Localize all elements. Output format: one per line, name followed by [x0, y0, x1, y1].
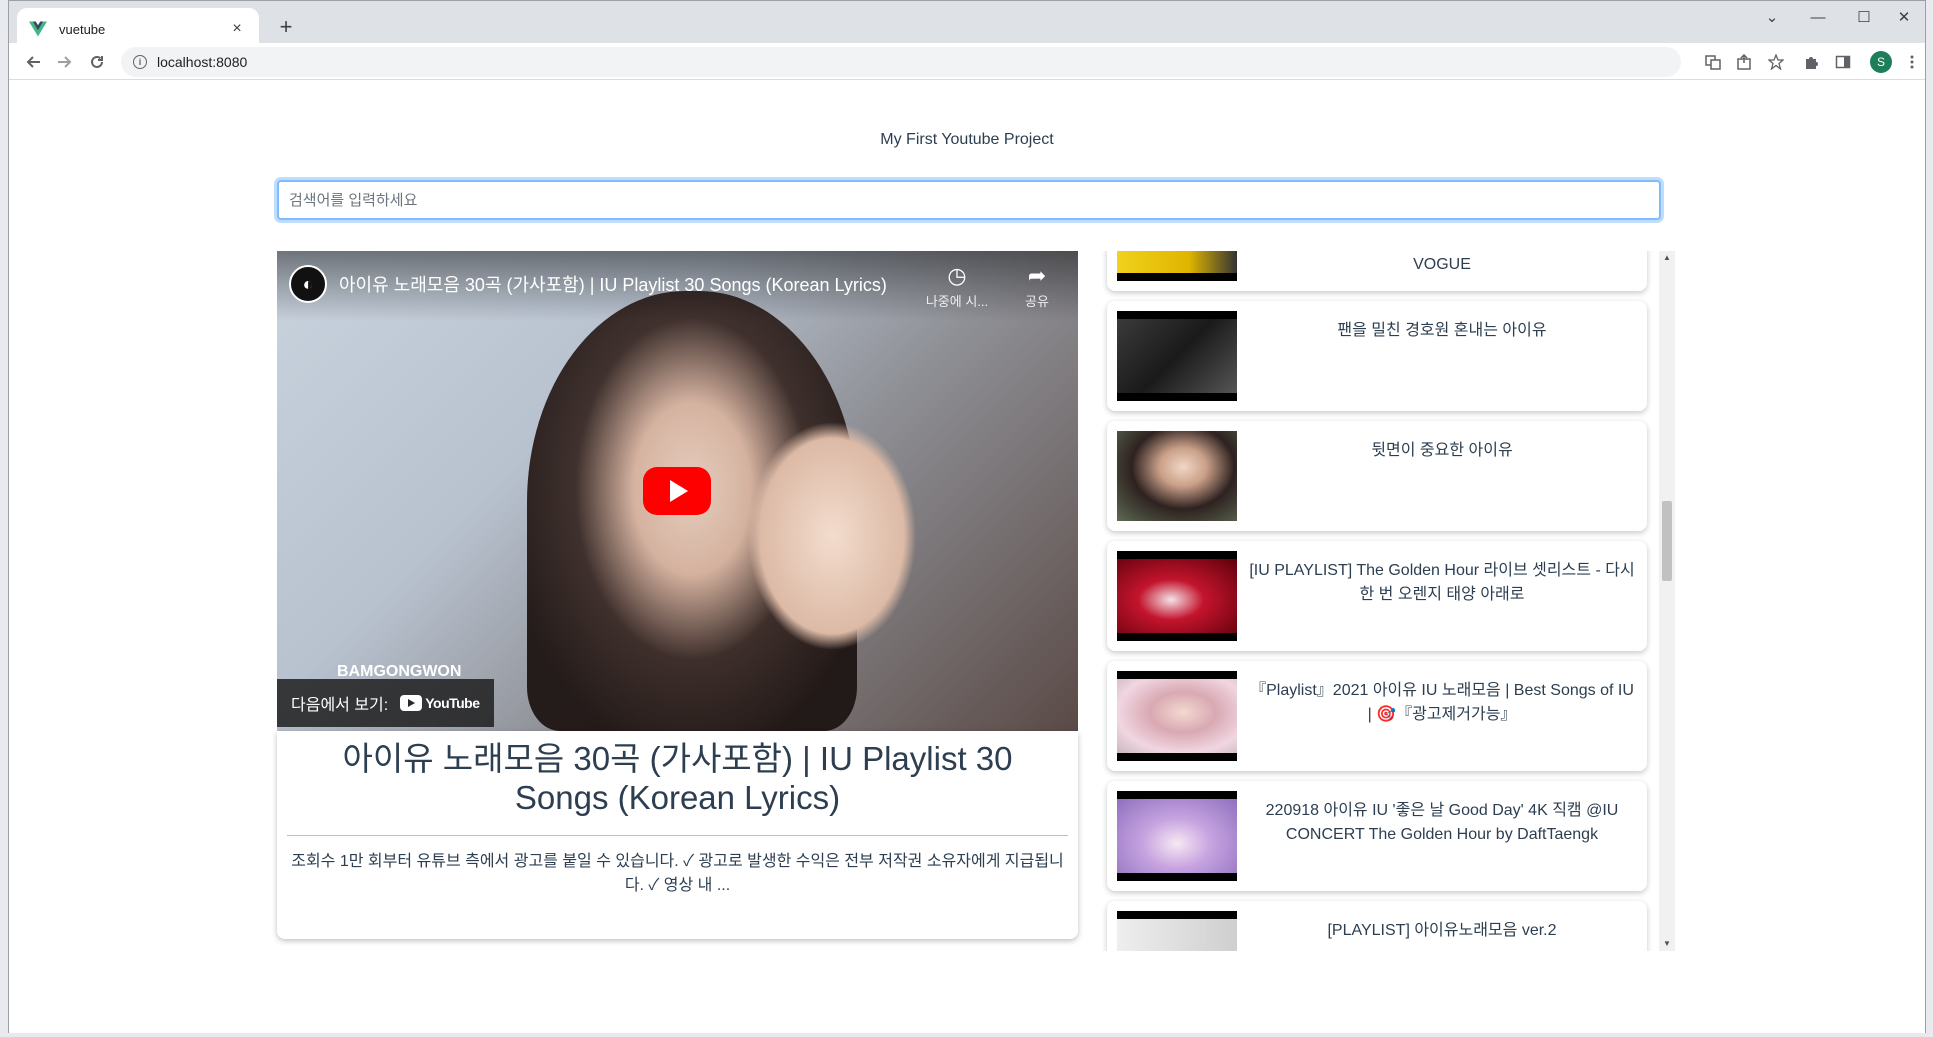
menu-kebab-icon[interactable]	[1902, 52, 1922, 72]
video-list-item-title: 뒷면이 중요한 아이유	[1371, 442, 1513, 459]
thumbnail-image	[1117, 559, 1237, 633]
extensions-puzzle-icon[interactable]	[1801, 52, 1821, 72]
player-video-title[interactable]: 아이유 노래모음 30곡 (가사포함) | IU Playlist 30 Son…	[339, 271, 887, 297]
thumbnail-image	[1117, 251, 1237, 273]
video-list-item[interactable]: 뒷면이 중요한 아이유	[1107, 421, 1647, 531]
address-bar[interactable]: i localhost:8080	[121, 47, 1681, 77]
video-list-item-title: 팬을 밀친 경호원 혼내는 아이유	[1337, 322, 1547, 339]
video-list-item-title: 220918 아이유 IU '좋은 날 Good Day' 4K 직캠 @IU …	[1265, 802, 1619, 843]
video-thumbnail	[1117, 551, 1237, 641]
video-list-item-title: 『Playlist』2021 아이유 IU 노래모음 | Best Songs …	[1250, 682, 1634, 723]
detail-divider	[287, 835, 1068, 836]
watch-on-label: 다음에서 보기:	[291, 697, 389, 714]
vue-logo-icon	[29, 21, 47, 37]
channel-logo-icon[interactable]: ◐	[289, 265, 327, 303]
site-title: My First Youtube Project	[880, 131, 1054, 148]
clock-icon: ◷	[947, 263, 967, 288]
thumbnail-image	[1117, 319, 1237, 393]
video-list-item[interactable]: 팬을 밀친 경호원 혼내는 아이유	[1107, 301, 1647, 411]
side-panel-icon[interactable]	[1833, 52, 1853, 72]
thumbnail-image	[1117, 919, 1237, 951]
video-thumbnail-hand	[747, 421, 917, 651]
share-button[interactable]: ➦ 공유	[997, 263, 1077, 310]
video-list-item-title: [PLAYLIST] 아이유노래모음 ver.2	[1327, 922, 1557, 939]
search-input[interactable]	[277, 180, 1661, 220]
share-label: 공유	[1025, 294, 1049, 309]
video-thumbnail	[1117, 791, 1237, 881]
close-window-button[interactable]: ✕	[1881, 1, 1927, 33]
site-info-icon[interactable]: i	[133, 55, 147, 69]
bookmark-star-icon[interactable]	[1766, 52, 1786, 72]
scroll-down-arrow-icon[interactable]: ▼	[1659, 937, 1675, 951]
tab-title: vuetube	[59, 21, 106, 37]
scrollbar-thumb[interactable]	[1662, 501, 1672, 581]
youtube-logo-icon: YouTube	[400, 695, 480, 711]
thumbnail-image	[1117, 679, 1237, 753]
video-detail-description: 조회수 1만 회부터 유튜브 측에서 광고를 붙일 수 있습니다. ✓ 광고로 …	[291, 853, 1064, 894]
profile-avatar[interactable]: S	[1870, 51, 1892, 73]
thumbnail-image	[1117, 431, 1237, 521]
video-list-item[interactable]: [PLAYLIST] 아이유노래모음 ver.2	[1107, 901, 1647, 951]
video-thumbnail	[1117, 671, 1237, 761]
reload-button[interactable]	[83, 48, 111, 76]
watch-later-button[interactable]: ◷ 나중에 시...	[917, 263, 997, 310]
play-button[interactable]	[643, 467, 711, 515]
share-icon[interactable]	[1734, 52, 1754, 72]
video-list-item[interactable]: ㅎ ㅎ ㅎ ㅎ ㅎ ㅎ ㅎ ㅎ ㅎ ㅎ | ... VOGUE	[1107, 251, 1647, 291]
youtube-logo-text: YouTube	[425, 695, 480, 711]
video-list-scrollbar[interactable]: ▲ ▼	[1659, 251, 1675, 951]
reload-icon	[91, 55, 103, 68]
translate-icon[interactable]	[1703, 52, 1723, 72]
forward-arrow-icon	[58, 56, 72, 68]
video-list-item[interactable]: 220918 아이유 IU '좋은 날 Good Day' 4K 직캠 @IU …	[1107, 781, 1647, 891]
scroll-up-arrow-icon[interactable]: ▲	[1659, 251, 1675, 265]
video-detail-title: 아이유 노래모음 30곡 (가사포함) | IU Playlist 30 Son…	[342, 740, 1013, 816]
share-arrow-icon: ➦	[1027, 263, 1047, 288]
watch-later-label: 나중에 시...	[925, 294, 989, 309]
video-list-item[interactable]: [IU PLAYLIST] The Golden Hour 라이브 셋리스트 -…	[1107, 541, 1647, 651]
minimize-button[interactable]: —	[1795, 1, 1841, 33]
video-thumbnail	[1117, 431, 1237, 521]
play-icon	[670, 480, 688, 502]
browser-window: vuetube × + ⌄ — ☐ ✕ i localhost:8080 S M…	[8, 0, 1926, 1033]
video-thumbnail	[1117, 911, 1237, 951]
url-text: localhost:8080	[157, 54, 248, 70]
back-button[interactable]	[19, 48, 47, 76]
video-list-item-title: [IU PLAYLIST] The Golden Hour 라이브 셋리스트 -…	[1249, 562, 1635, 603]
tab-close-icon[interactable]: ×	[227, 20, 247, 38]
page-content: My First Youtube Project ◐ 아이유 노래모음 30곡 …	[9, 81, 1925, 1033]
video-player[interactable]: ◐ 아이유 노래모음 30곡 (가사포함) | IU Playlist 30 S…	[277, 251, 1078, 731]
back-arrow-icon	[26, 56, 40, 68]
video-thumbnail	[1117, 311, 1237, 401]
video-list-item-title: ㅎ ㅎ ㅎ ㅎ ㅎ ㅎ ㅎ ㅎ ㅎ ㅎ | ... VOGUE	[1413, 256, 1471, 273]
new-tab-button[interactable]: +	[271, 13, 301, 43]
video-thumbnail	[1117, 251, 1237, 281]
browser-toolbar: i localhost:8080 S	[9, 43, 1925, 80]
thumbnail-image	[1117, 799, 1237, 873]
video-detail-card: 아이유 노래모음 30곡 (가사포함) | IU Playlist 30 Son…	[277, 731, 1078, 939]
forward-button[interactable]	[51, 48, 79, 76]
video-list-item[interactable]: 『Playlist』2021 아이유 IU 노래모음 | Best Songs …	[1107, 661, 1647, 771]
tab-search-icon[interactable]: ⌄	[1749, 1, 1795, 33]
video-list: ㅎ ㅎ ㅎ ㅎ ㅎ ㅎ ㅎ ㅎ ㅎ ㅎ | ... VOGUE 팬을 밀친 경호…	[1099, 251, 1679, 951]
watch-on-youtube-button[interactable]: 다음에서 보기: YouTube	[277, 679, 494, 727]
